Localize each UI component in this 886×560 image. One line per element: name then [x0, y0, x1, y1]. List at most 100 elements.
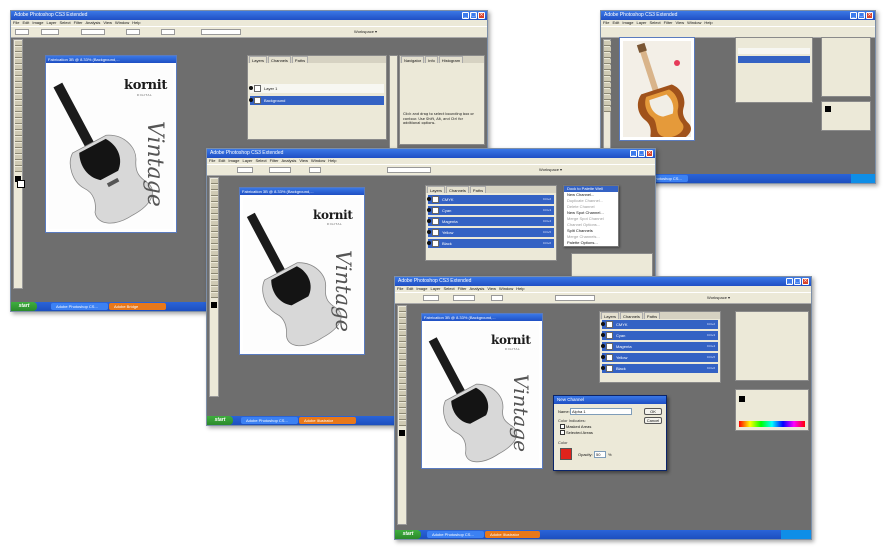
start-button[interactable]: start [395, 530, 421, 539]
tool-icon[interactable] [604, 107, 611, 112]
tool-icon[interactable] [398, 367, 406, 372]
taskbar-illustrator[interactable]: Adobe Illustrator [299, 417, 356, 424]
crop-tool-icon[interactable] [14, 65, 22, 70]
tool-icon[interactable] [398, 421, 406, 426]
history-brush-icon[interactable] [14, 95, 22, 100]
channel-row[interactable]: Yellow Ctrl+5 [427, 228, 554, 237]
tool-icon[interactable] [604, 101, 611, 106]
visibility-eye-icon[interactable] [249, 98, 253, 102]
tool-icon[interactable] [210, 179, 218, 184]
tool-icon[interactable] [210, 245, 218, 250]
tab-layers[interactable]: Layers [249, 56, 268, 63]
tool-icon[interactable] [398, 373, 406, 378]
maximize-button[interactable]: □ [858, 12, 865, 19]
visibility-eye-icon[interactable] [601, 333, 605, 337]
foreground-color-swatch[interactable] [211, 302, 217, 308]
taskbar-bridge[interactable]: Adobe Bridge [109, 303, 166, 310]
tool-icon[interactable] [210, 197, 218, 202]
gradient-tool-icon[interactable] [14, 107, 22, 112]
close-button[interactable]: × [802, 278, 809, 285]
ok-button[interactable]: OK [644, 408, 662, 415]
opacity-field[interactable]: 50 [594, 451, 606, 458]
hand-tool-icon[interactable] [14, 161, 22, 166]
taskbar-photoshop[interactable]: Adobe Photoshop CS... [51, 303, 108, 310]
color-ramp[interactable] [739, 421, 805, 427]
tool-icon[interactable] [210, 215, 218, 220]
selected-areas-option[interactable]: Selected Areas [560, 430, 593, 436]
layer-row[interactable]: Layer 1 [249, 84, 384, 93]
close-button[interactable]: × [478, 12, 485, 19]
tab-paths[interactable]: Paths [291, 56, 309, 63]
tool-icon[interactable] [398, 343, 406, 348]
tab-layers[interactable]: Layers [427, 186, 446, 193]
menu-item-palette-options[interactable]: Palette Options... [564, 240, 618, 246]
tool-icon[interactable] [398, 403, 406, 408]
tab-navigator[interactable]: Navigator [401, 56, 425, 63]
marquee-tool-icon[interactable] [14, 47, 22, 52]
workspace-menu[interactable]: Workspace ▾ [539, 167, 562, 173]
document-window[interactable]: Fabrication 3B @ 8.33% (Background,... k… [421, 313, 543, 469]
magic-wand-icon[interactable] [14, 59, 22, 64]
flow-field[interactable] [161, 29, 175, 35]
maximize-button[interactable]: □ [638, 150, 645, 157]
taskbar-illustrator[interactable]: Adobe Illustrator [485, 531, 540, 538]
tool-icon[interactable] [210, 227, 218, 232]
tool-icon[interactable] [210, 251, 218, 256]
tool-icon[interactable] [210, 239, 218, 244]
eyedropper-icon[interactable] [14, 155, 22, 160]
minimize-button[interactable]: _ [630, 150, 637, 157]
tool-icon[interactable] [398, 385, 406, 390]
tool-icon[interactable] [604, 41, 611, 46]
visibility-eye-icon[interactable] [601, 355, 605, 359]
tool-icon[interactable] [604, 59, 611, 64]
visibility-eye-icon[interactable] [427, 208, 431, 212]
tool-icon[interactable] [210, 185, 218, 190]
mode-select[interactable] [269, 167, 291, 173]
brush-picker[interactable] [41, 29, 59, 35]
visibility-eye-icon[interactable] [427, 219, 431, 223]
search-field[interactable] [555, 295, 595, 301]
tool-icon[interactable] [398, 379, 406, 384]
tool-icon[interactable] [398, 307, 406, 312]
tab-paths[interactable]: Paths [469, 186, 487, 193]
maximize-button[interactable]: □ [470, 12, 477, 19]
layer-row-selected[interactable] [738, 56, 810, 63]
tool-preset-picker[interactable] [15, 29, 29, 35]
document-window[interactable]: Fabrication 3B @ 8.33% (Background,... k… [45, 55, 177, 233]
channel-row[interactable]: Cyan Ctrl+3 [601, 331, 718, 340]
foreground-color-swatch[interactable] [399, 430, 405, 436]
notes-tool-icon[interactable] [14, 149, 22, 154]
visibility-eye-icon[interactable] [249, 86, 253, 90]
visibility-eye-icon[interactable] [601, 366, 605, 370]
fg-swatch[interactable] [825, 106, 831, 112]
visibility-eye-icon[interactable] [427, 241, 431, 245]
zoom-tool-icon[interactable] [14, 167, 22, 172]
type-tool-icon[interactable] [14, 131, 22, 136]
tool-icon[interactable] [398, 349, 406, 354]
tool-icon[interactable] [210, 287, 218, 292]
slice-tool-icon[interactable] [14, 71, 22, 76]
tool-icon[interactable] [398, 331, 406, 336]
mode-select[interactable] [81, 29, 105, 35]
tool-icon[interactable] [604, 47, 611, 52]
tool-icon[interactable] [398, 313, 406, 318]
start-button[interactable]: start [11, 302, 37, 311]
tab-layers[interactable]: Layers [601, 312, 620, 319]
cancel-button[interactable]: Cancel [644, 417, 662, 424]
channel-row[interactable]: Black Ctrl+6 [427, 239, 554, 248]
tab-info[interactable]: Info [425, 56, 438, 63]
shape-tool-icon[interactable] [14, 143, 22, 148]
move-tool-icon[interactable] [14, 41, 22, 46]
mode-select[interactable] [453, 295, 475, 301]
stamp-tool-icon[interactable] [14, 89, 22, 94]
close-button[interactable]: × [866, 12, 873, 19]
brush-picker[interactable] [237, 167, 253, 173]
tool-icon[interactable] [210, 191, 218, 196]
tool-icon[interactable] [210, 275, 218, 280]
healing-tool-icon[interactable] [14, 77, 22, 82]
channel-row[interactable]: Cyan Ctrl+3 [427, 206, 554, 215]
tab-channels[interactable]: Channels [620, 312, 643, 319]
tool-icon[interactable] [398, 397, 406, 402]
tool-icon[interactable] [604, 53, 611, 58]
channel-row[interactable]: Black Ctrl+6 [601, 364, 718, 373]
